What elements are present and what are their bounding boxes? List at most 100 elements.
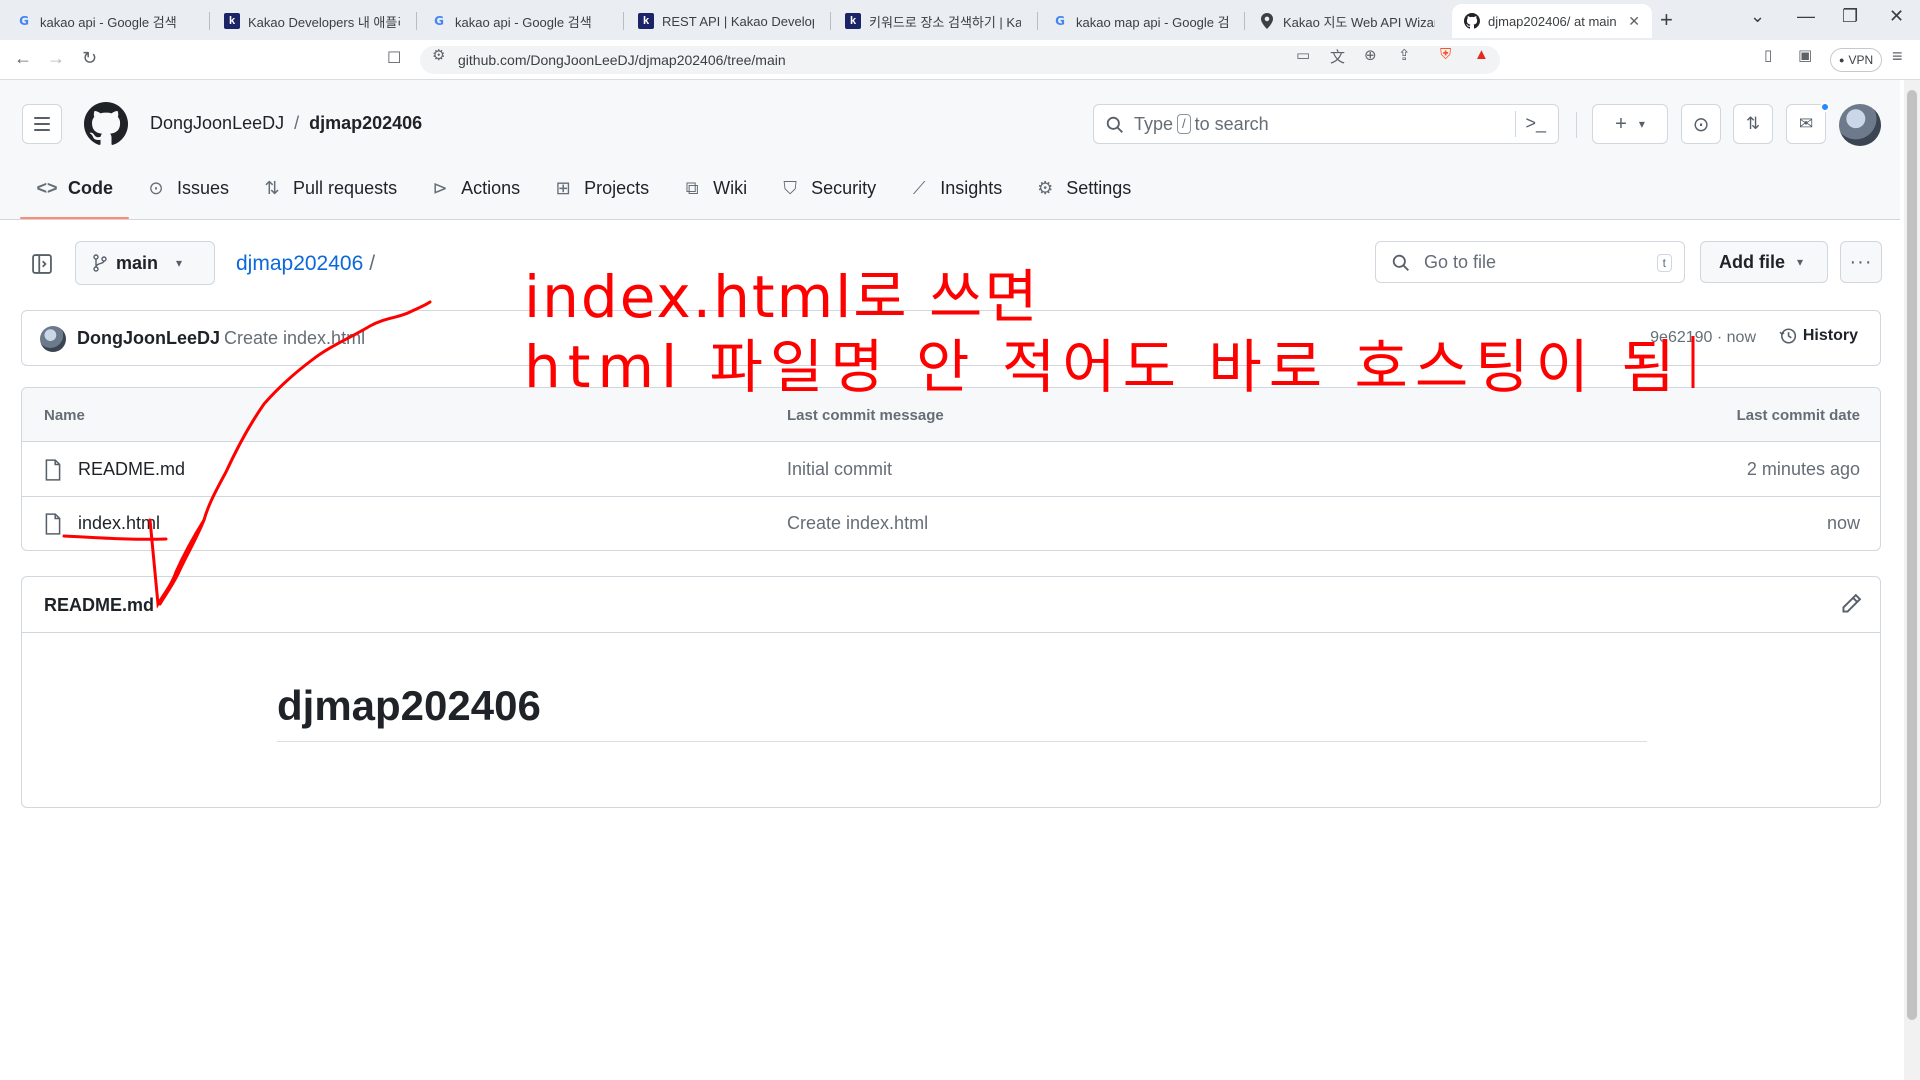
scrollbar-thumb[interactable] [1907,90,1917,1020]
global-search-input[interactable]: Type / to search >_ [1093,104,1559,144]
repo-name-link[interactable]: djmap202406 [309,113,422,134]
readme-header: README.md [22,577,1880,633]
more-options-button[interactable]: ··· [1840,241,1882,283]
site-info-icon[interactable]: ⚙ [432,46,445,64]
repo-path: DongJoonLeeDJ / djmap202406 [150,113,423,134]
vpn-button[interactable]: ● VPN [1830,48,1883,72]
chevron-down-icon: ▾ [1638,117,1645,131]
back-icon[interactable]: ← [14,48,32,69]
cast-icon[interactable]: ▭ [1296,46,1310,64]
close-window-button[interactable]: ✕ [1889,6,1904,27]
search-icon [1392,254,1409,271]
readme-heading: djmap202406 [277,682,541,729]
breadcrumb-repo-link[interactable]: djmap202406 [236,252,363,275]
page-scrollbar[interactable] [1904,80,1920,1080]
brave-shield-icon[interactable]: ⛨ [1440,46,1451,63]
browser-tab[interactable]: k Kakao Developers 내 애플리케 [212,4,412,38]
avatar[interactable] [1839,104,1881,146]
history-button[interactable]: History [1779,327,1858,345]
browser-tab[interactable]: G kakao map api - Google 검색 [1040,4,1240,38]
file-name-link[interactable]: index.html [78,513,160,534]
tab-actions[interactable]: ⊳ Actions [413,168,536,208]
commit-message-link[interactable]: Create index.html [224,328,365,349]
commit-message-link[interactable]: Create index.html [787,513,928,534]
avatar[interactable] [40,326,66,352]
google-g-icon: G [19,14,29,28]
minimize-button[interactable]: — [1797,6,1815,27]
restore-button[interactable]: ❐ [1842,6,1858,27]
repo-nav-tabs: <> Code ⊙ Issues ⇅ Pull requests ⊳ Actions ⊞… [20,168,1147,220]
file-icon [45,459,61,481]
browser-tab[interactable]: Kakao 지도 Web API Wizard [1247,4,1447,38]
kakao-k-icon: k [224,13,240,29]
bookmark-icon[interactable]: ☐ [387,48,401,68]
go-to-file-input[interactable]: Go to file t [1375,241,1685,283]
table-icon: ⊞ [555,177,571,198]
table-row[interactable]: README.md Initial commit 2 minutes ago [22,443,1880,497]
repo-owner-link[interactable]: DongJoonLeeDJ [150,113,284,134]
graph-icon: ⟋ [912,177,926,198]
command-palette-icon[interactable]: >_ [1525,113,1546,134]
inbox-icon: ✉ [1798,114,1814,133]
kebab-horizontal-icon: ··· [1849,250,1873,273]
notification-indicator [1820,102,1830,112]
gear-icon: ⚙ [1037,177,1054,198]
file-tree-toggle-button[interactable] [22,244,62,284]
translate-icon[interactable]: 文 [1330,46,1345,67]
table-row[interactable]: index.html Create index.html now [22,497,1880,550]
reload-icon[interactable]: ↻ [82,48,97,69]
zoom-icon[interactable]: ⊕ [1364,46,1377,64]
issues-button[interactable]: ⊙ [1681,104,1721,144]
file-table: Name Last commit message Last commit dat… [21,387,1881,551]
readme-title[interactable]: README.md [44,595,154,616]
tab-search-icon[interactable]: ⌄ [1750,6,1765,27]
github-logo-icon[interactable] [84,102,128,146]
browser-tab[interactable]: k REST API | Kakao Developers [626,4,826,38]
tab-security[interactable]: ⛉ Security [763,168,892,208]
share-icon[interactable]: ⇪ [1398,46,1411,64]
add-file-button[interactable]: Add file ▾ [1700,241,1828,283]
browser-menu-icon[interactable]: ≡ [1892,46,1903,67]
brave-rewards-icon[interactable]: ▲ [1474,46,1489,63]
tab-pull-requests[interactable]: ⇅ Pull requests [245,168,413,208]
browser-tab[interactable]: G kakao api - Google 검색 [4,4,204,38]
tab-projects[interactable]: ⊞ Projects [536,168,665,208]
commit-author-link[interactable]: DongJoonLeeDJ [77,328,220,349]
browser-toolbar: ← → ↻ ☐ github.com/DongJoonLeeDJ/djmap20… [0,40,1920,80]
google-g-icon: G [434,14,444,28]
tab-insights[interactable]: ⟋ Insights [892,168,1018,208]
annotation-text-line2: html 파일명 안 적어도 바로 호스팅이 됨 [524,333,1682,401]
book-icon: ⧉ [685,177,699,198]
global-menu-button[interactable] [22,104,62,144]
readme-heading-rule [277,741,1647,742]
plus-icon: + [1615,112,1627,135]
browser-tab[interactable]: G kakao api - Google 검색 [419,4,619,38]
browser-tab-active[interactable]: djmap202406/ at main · ✕ [1452,4,1652,38]
close-tab-icon[interactable]: ✕ [1628,13,1640,30]
tab-code[interactable]: <> Code [20,168,129,219]
sidebar-expand-icon [32,254,52,274]
commit-message-link[interactable]: Initial commit [787,459,892,480]
tab-settings[interactable]: ⚙ Settings [1018,168,1147,208]
wallet-icon[interactable]: ▣ [1798,46,1812,64]
new-tab-button[interactable]: + [1660,7,1673,33]
create-new-button[interactable]: + ▾ [1592,104,1668,144]
sidebar-icon[interactable]: ▯ [1764,46,1772,64]
kakao-k-icon: k [638,13,654,29]
browser-tab-strip: G kakao api - Google 검색 k Kakao Develope… [0,0,1920,40]
file-name-link[interactable]: README.md [78,459,185,480]
google-g-icon: G [1055,14,1065,28]
tab-issues[interactable]: ⊙ Issues [129,168,245,208]
branch-selector[interactable]: main ▾ [75,241,215,285]
file-icon [45,513,61,535]
pull-request-icon: ⇅ [1745,114,1761,133]
pull-requests-button[interactable]: ⇅ [1733,104,1773,144]
github-icon [1464,13,1480,29]
edit-readme-button[interactable] [1840,593,1862,620]
forward-icon[interactable]: → [47,48,65,69]
kakao-k-icon: k [845,13,861,29]
search-icon [1106,116,1123,133]
chevron-down-icon: ▾ [1797,255,1804,269]
tab-wiki[interactable]: ⧉ Wiki [665,168,763,208]
browser-tab[interactable]: k 키워드로 장소 검색하기 | Kak [833,4,1033,38]
